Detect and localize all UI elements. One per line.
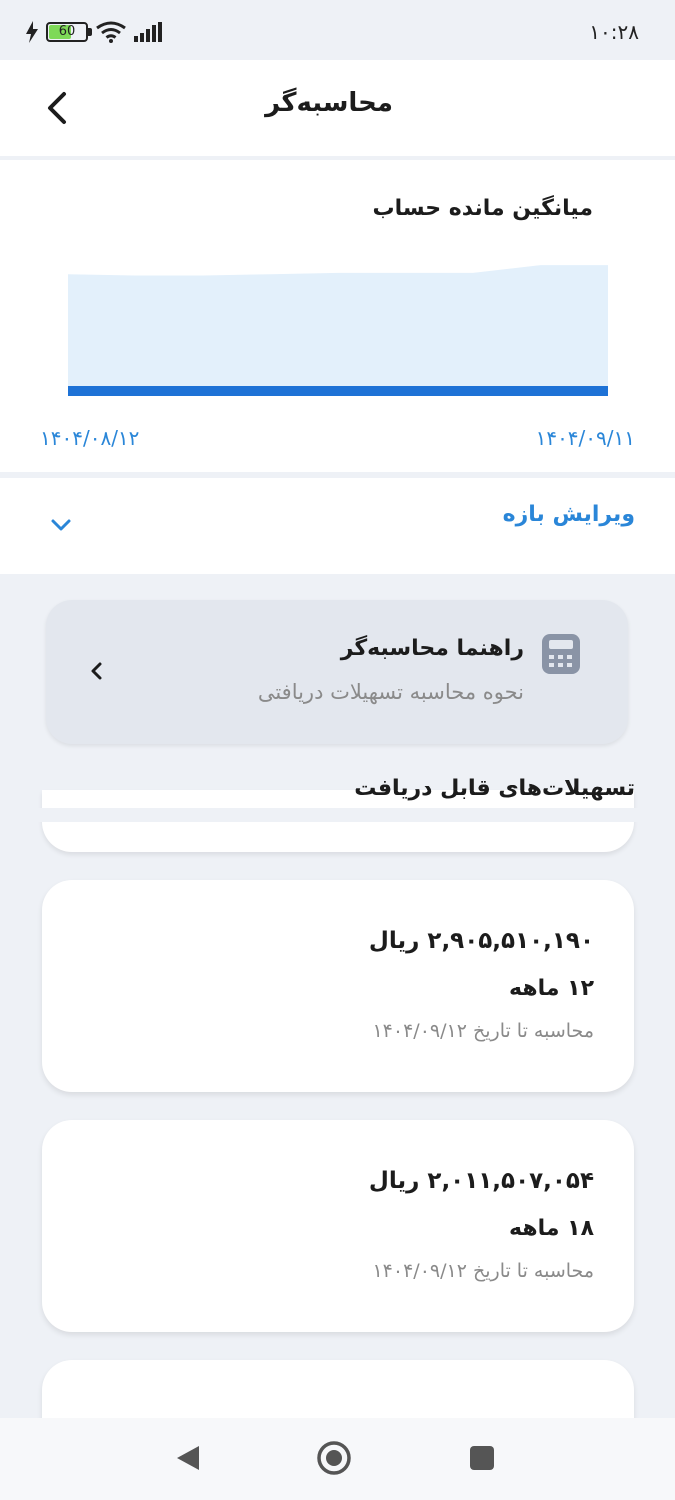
status-bar: 60 ۱۰:۲۸ (0, 0, 675, 60)
chevron-down-icon (51, 519, 71, 531)
battery-icon: 60 (46, 22, 92, 42)
clock: ۱۰:۲۸ (589, 20, 639, 44)
calculator-icon (542, 634, 580, 674)
app-header: محاسبه‌گر (0, 60, 675, 156)
loan-card[interactable]: ۲,۹۰۵,۵۱۰,۱۹۰ ریال ۱۲ ماهه محاسبه تا تار… (42, 880, 634, 1092)
chart-title: میانگین مانده حساب (372, 196, 593, 221)
guide-title: راهنما محاسبه‌گر (340, 636, 524, 661)
chart-area (68, 265, 608, 386)
page-title: محاسبه‌گر (265, 88, 393, 118)
battery-level: 60 (58, 24, 76, 39)
calculator-guide-card[interactable]: راهنما محاسبه‌گر نحوه محاسبه تسهیلات دری… (46, 600, 628, 744)
chart-end-date: ۱۴۰۴/۰۹/۱۱ (535, 426, 635, 450)
status-icons: 60 (26, 18, 162, 46)
nav-recents-button[interactable] (462, 1438, 502, 1478)
loan-card[interactable]: ۲,۰۱۱,۵۰۷,۰۵۴ ریال ۱۸ ماهه محاسبه تا تار… (42, 1120, 634, 1332)
loan-date-note: محاسبه تا تاریخ ۱۴۰۴/۰۹/۱۲ (372, 1020, 594, 1042)
loans-section-title-overlay: تسهیلات‌های قابل دریافت (354, 776, 635, 801)
nav-back-button[interactable] (168, 1438, 208, 1478)
loan-amount: ۲,۰۱۱,۵۰۷,۰۵۴ ریال (368, 1168, 594, 1194)
scroll-clip (0, 808, 675, 822)
chart-start-date: ۱۴۰۴/۰۸/۱۲ (40, 426, 140, 450)
system-nav-bar (0, 1418, 675, 1500)
balance-chart-card: میانگین مانده حساب ۱۴۰۴/۰۸/۱۲ ۱۴۰۴/۰۹/۱۱ (0, 160, 675, 472)
balance-chart (68, 265, 608, 396)
edit-range-label: ویرایش بازه (502, 502, 635, 527)
square-recents-icon (470, 1446, 494, 1470)
back-button[interactable] (30, 82, 82, 134)
nav-home-button[interactable] (314, 1438, 354, 1478)
loan-amount: ۲,۹۰۵,۵۱۰,۱۹۰ ریال (368, 928, 594, 954)
loan-term: ۱۸ ماهه (509, 1216, 594, 1241)
charging-icon (26, 21, 38, 43)
edit-range-button[interactable]: ویرایش بازه (0, 478, 675, 574)
loan-date-note: محاسبه تا تاریخ ۱۴۰۴/۰۹/۱۲ (372, 1260, 594, 1282)
wifi-icon (96, 21, 126, 43)
chevron-left-icon (48, 92, 66, 124)
signal-icon (134, 22, 162, 42)
loan-term: ۱۲ ماهه (509, 976, 594, 1001)
home-circle-icon (317, 1441, 351, 1475)
chevron-left-icon (91, 662, 102, 680)
guide-subtitle: نحوه محاسبه تسهیلات دریافتی (257, 680, 524, 704)
triangle-back-icon (177, 1446, 199, 1470)
chart-baseline (68, 386, 608, 396)
